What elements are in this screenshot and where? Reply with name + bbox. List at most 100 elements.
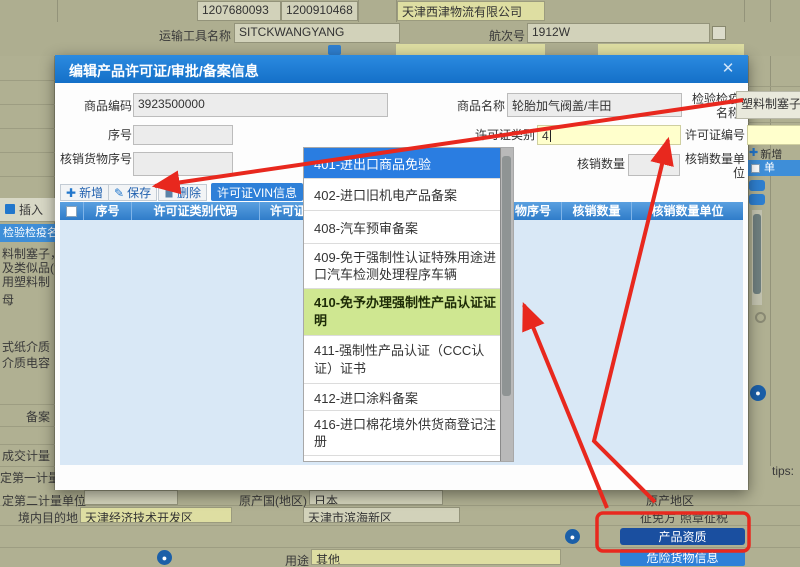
origin-country-value[interactable]: 日本 [309,490,443,505]
insert-icon [5,204,15,214]
use-value[interactable]: 其他 [311,549,561,565]
bg-cell-text-line: 介质电容 [2,356,50,370]
row3-yellow-cell [396,44,545,55]
trash-icon [164,187,174,198]
license-no-label: 许可证编号 [683,128,745,142]
row2-small-button[interactable] [712,26,726,40]
transport-name-value[interactable]: SITCKWANGYANG [234,23,400,43]
license-type-dropdown: 401-进出口商品免验 402-进口旧机电产品备案 408-汽车预审备案 409… [303,147,514,462]
sequence-value[interactable] [133,125,233,145]
dialog-title-bar: 编辑产品许可证/审批/备案信息 ✕ [55,55,748,83]
grid-header-qty: 核销数量 [562,202,632,220]
dropdown-scrollbar-thumb[interactable] [502,156,511,396]
bg-cell-text-line: 料制塞子， [2,247,62,261]
right-scrollbar-track[interactable] [752,210,762,305]
divider [0,128,55,129]
divider [0,426,55,427]
divider [744,0,745,22]
divider [0,152,55,153]
divider [0,547,800,548]
second-qty-unit-value[interactable] [84,490,178,505]
right-blue-pill[interactable] [749,194,765,205]
writeoff-qty-label: 核销数量 [545,157,625,171]
dropdown-option-402[interactable]: 402-进口旧机电产品备案 [304,179,500,211]
use-circle-button[interactable]: ● [157,550,172,565]
bg-cell-text-line: 式纸介质 [2,340,50,354]
use-label: 用途 [283,552,309,567]
pencil-icon: ✎ [114,186,124,200]
grid-header-seq: 序号 [84,202,132,220]
bg-right-grid-header: 单 [748,160,800,176]
first-qty-unit-label: 定第一计量 [0,471,52,485]
goods-name-value[interactable]: 轮胎加气阀盖/丰田 [507,93,682,117]
dropdown-option-409[interactable]: 409-免于强制性认证特殊用途进口汽车检测处理程序车辆 [304,244,500,289]
insert-button[interactable]: 插入 [19,203,43,217]
levy-mode-value[interactable]: 照章征税 [680,509,728,526]
dropdown-option-410[interactable]: 410-免予办理强制性产品认证证明 [304,289,500,336]
plus-icon: ✚ [66,186,76,200]
text-caret [550,130,551,142]
close-icon[interactable]: ✕ [717,59,739,79]
ciq-name-label: 检验检疫名称 [688,92,740,120]
writeoff-qty-value[interactable] [628,154,680,176]
product-qualification-button[interactable]: 产品资质 [620,528,745,545]
right-round-icon[interactable] [755,312,766,323]
ciq-name-value[interactable]: 塑料制塞子，盖子及 [736,91,800,119]
dialog-title: 编辑产品许可证/审批/备案信息 [69,61,259,81]
right-scrollbar-thumb[interactable] [753,214,761,294]
divider [748,86,800,87]
goods-code-value[interactable]: 3923500000 [133,93,388,117]
bg-column-header-ciq[interactable]: 检验检疫名 [0,224,55,242]
save-button[interactable]: ✎ 保存 [108,184,157,201]
district-value[interactable]: 天津市滨海新区 [303,507,460,523]
domestic-destination-value[interactable]: 天津经济技术开发区 [80,507,232,523]
dropdown-option-416[interactable]: 416-进口棉花境外供货商登记注册 [304,411,500,456]
header-fragment: 单 [764,160,775,176]
tips-label: tips: [772,464,794,478]
dropdown-option-408[interactable]: 408-汽车预审备案 [304,211,500,244]
license-type-label: 许可证类别 [437,128,535,142]
add-row-button[interactable]: ✚ 新增 [60,184,109,201]
voyage-value[interactable]: 1912W [527,23,710,43]
bg-cell-text-line: 用塑料制 [2,275,50,289]
company-name-cell[interactable]: 天津西津物流有限公司 [397,1,545,21]
app-screen: 1207680093 1200910468 天津西津物流有限公司 运输工具名称 … [0,0,800,567]
header-checkbox[interactable] [751,164,760,173]
license-type-input[interactable]: 4 [537,125,681,145]
right-blue-pill[interactable] [749,180,765,191]
second-qty-unit-label: 定第二计量单位 [2,492,86,509]
trade-qty-unit-label: 成交计量 [0,449,50,463]
right-circle-button[interactable]: ● [750,385,766,401]
divider [0,80,55,81]
bottom-circle-button[interactable]: ● [565,529,580,544]
transport-name-label: 运输工具名称 [137,27,231,44]
license-no-input[interactable] [747,125,800,145]
divider [0,466,55,467]
field-value-1207680093[interactable]: 1207680093 [197,1,281,21]
row3-yellow-cell [598,44,744,55]
dropdown-option-412[interactable]: 412-进口涂料备案 [304,384,500,411]
dropdown-scrollbar[interactable] [500,148,513,461]
grid-header-type-code: 许可证类别代码 [132,202,260,220]
grid-checkbox-cell [60,202,84,220]
divider [0,176,55,177]
license-vin-button[interactable]: 许可证VIN信息 [211,183,303,201]
field-value-1200910468[interactable]: 1200910468 [281,1,358,21]
grid-select-all-checkbox[interactable] [66,206,77,217]
writeoff-goods-seq-value[interactable] [133,152,233,176]
origin-country-label: 原产国(地区) [233,492,307,509]
dangerous-goods-button[interactable]: 危险货物信息 [620,549,745,566]
origin-area-label: 原产地区 [640,492,694,509]
row3-blue-icon[interactable] [328,45,341,55]
dropdown-option-411[interactable]: 411-强制性产品认证（CCC认证）证书 [304,336,500,384]
grid-header-qty-unit: 核销数量单位 [632,202,743,220]
dropdown-option-401[interactable]: 401-进出口商品免验 [304,148,500,179]
delete-button[interactable]: 删除 [158,184,207,201]
divider [358,0,359,22]
divider [0,444,55,445]
divider [770,0,771,22]
divider [0,404,55,405]
writeoff-qty-unit-label: 核销数量单位 [683,152,745,180]
voyage-label: 航次号 [480,27,525,44]
divider [57,0,58,22]
